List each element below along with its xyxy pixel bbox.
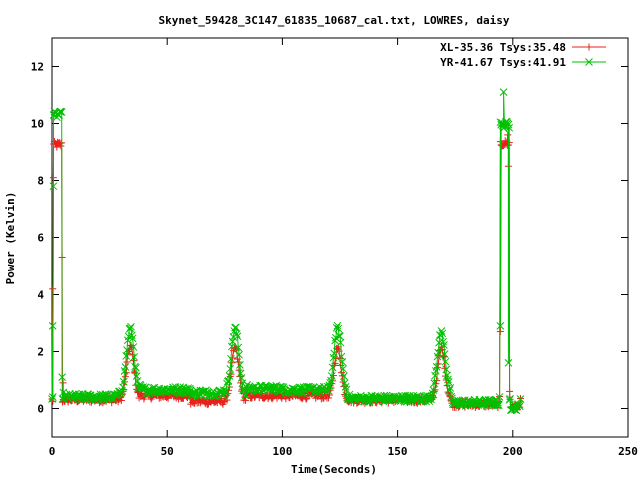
x-tick-label: 50 — [161, 445, 174, 458]
x-tick-label: 250 — [618, 445, 638, 458]
x-tick-label: 150 — [388, 445, 408, 458]
legend-label-1: YR-41.67 Tsys:41.91 — [440, 56, 566, 69]
y-tick-label: 8 — [37, 175, 44, 188]
series-0 — [48, 131, 525, 414]
series-line-1 — [51, 92, 521, 411]
series-1 — [48, 88, 525, 415]
chart-title: Skynet_59428_3C147_61835_10687_cal.txt, … — [159, 14, 510, 27]
y-tick-label: 12 — [31, 61, 44, 74]
legend-label-0: XL-35.36 Tsys:35.48 — [440, 41, 566, 54]
x-axis-label: Time(Seconds) — [291, 463, 377, 476]
legend: XL-35.36 Tsys:35.48 YR-41.67 Tsys:41.91 — [440, 41, 606, 69]
x-tick-label: 100 — [272, 445, 292, 458]
chart-svg: Skynet_59428_3C147_61835_10687_cal.txt, … — [4, 14, 638, 476]
y-tick-label: 0 — [37, 403, 44, 416]
y-axis-label: Power (Kelvin) — [4, 192, 17, 285]
series-layer — [48, 88, 525, 415]
y-tick-label: 4 — [37, 289, 44, 302]
x-tick-label: 200 — [503, 445, 523, 458]
y-tick-label: 2 — [37, 346, 44, 359]
legend-entry-0: XL-35.36 Tsys:35.48 — [440, 41, 606, 54]
y-tick-label: 6 — [37, 232, 44, 245]
series-markers-1 — [48, 88, 525, 415]
legend-marker-0 — [585, 43, 593, 51]
series-markers-0 — [48, 131, 525, 414]
x-tick-label: 0 — [49, 445, 56, 458]
y-tick-label: 10 — [31, 118, 44, 131]
legend-entry-1: YR-41.67 Tsys:41.91 — [440, 56, 606, 69]
